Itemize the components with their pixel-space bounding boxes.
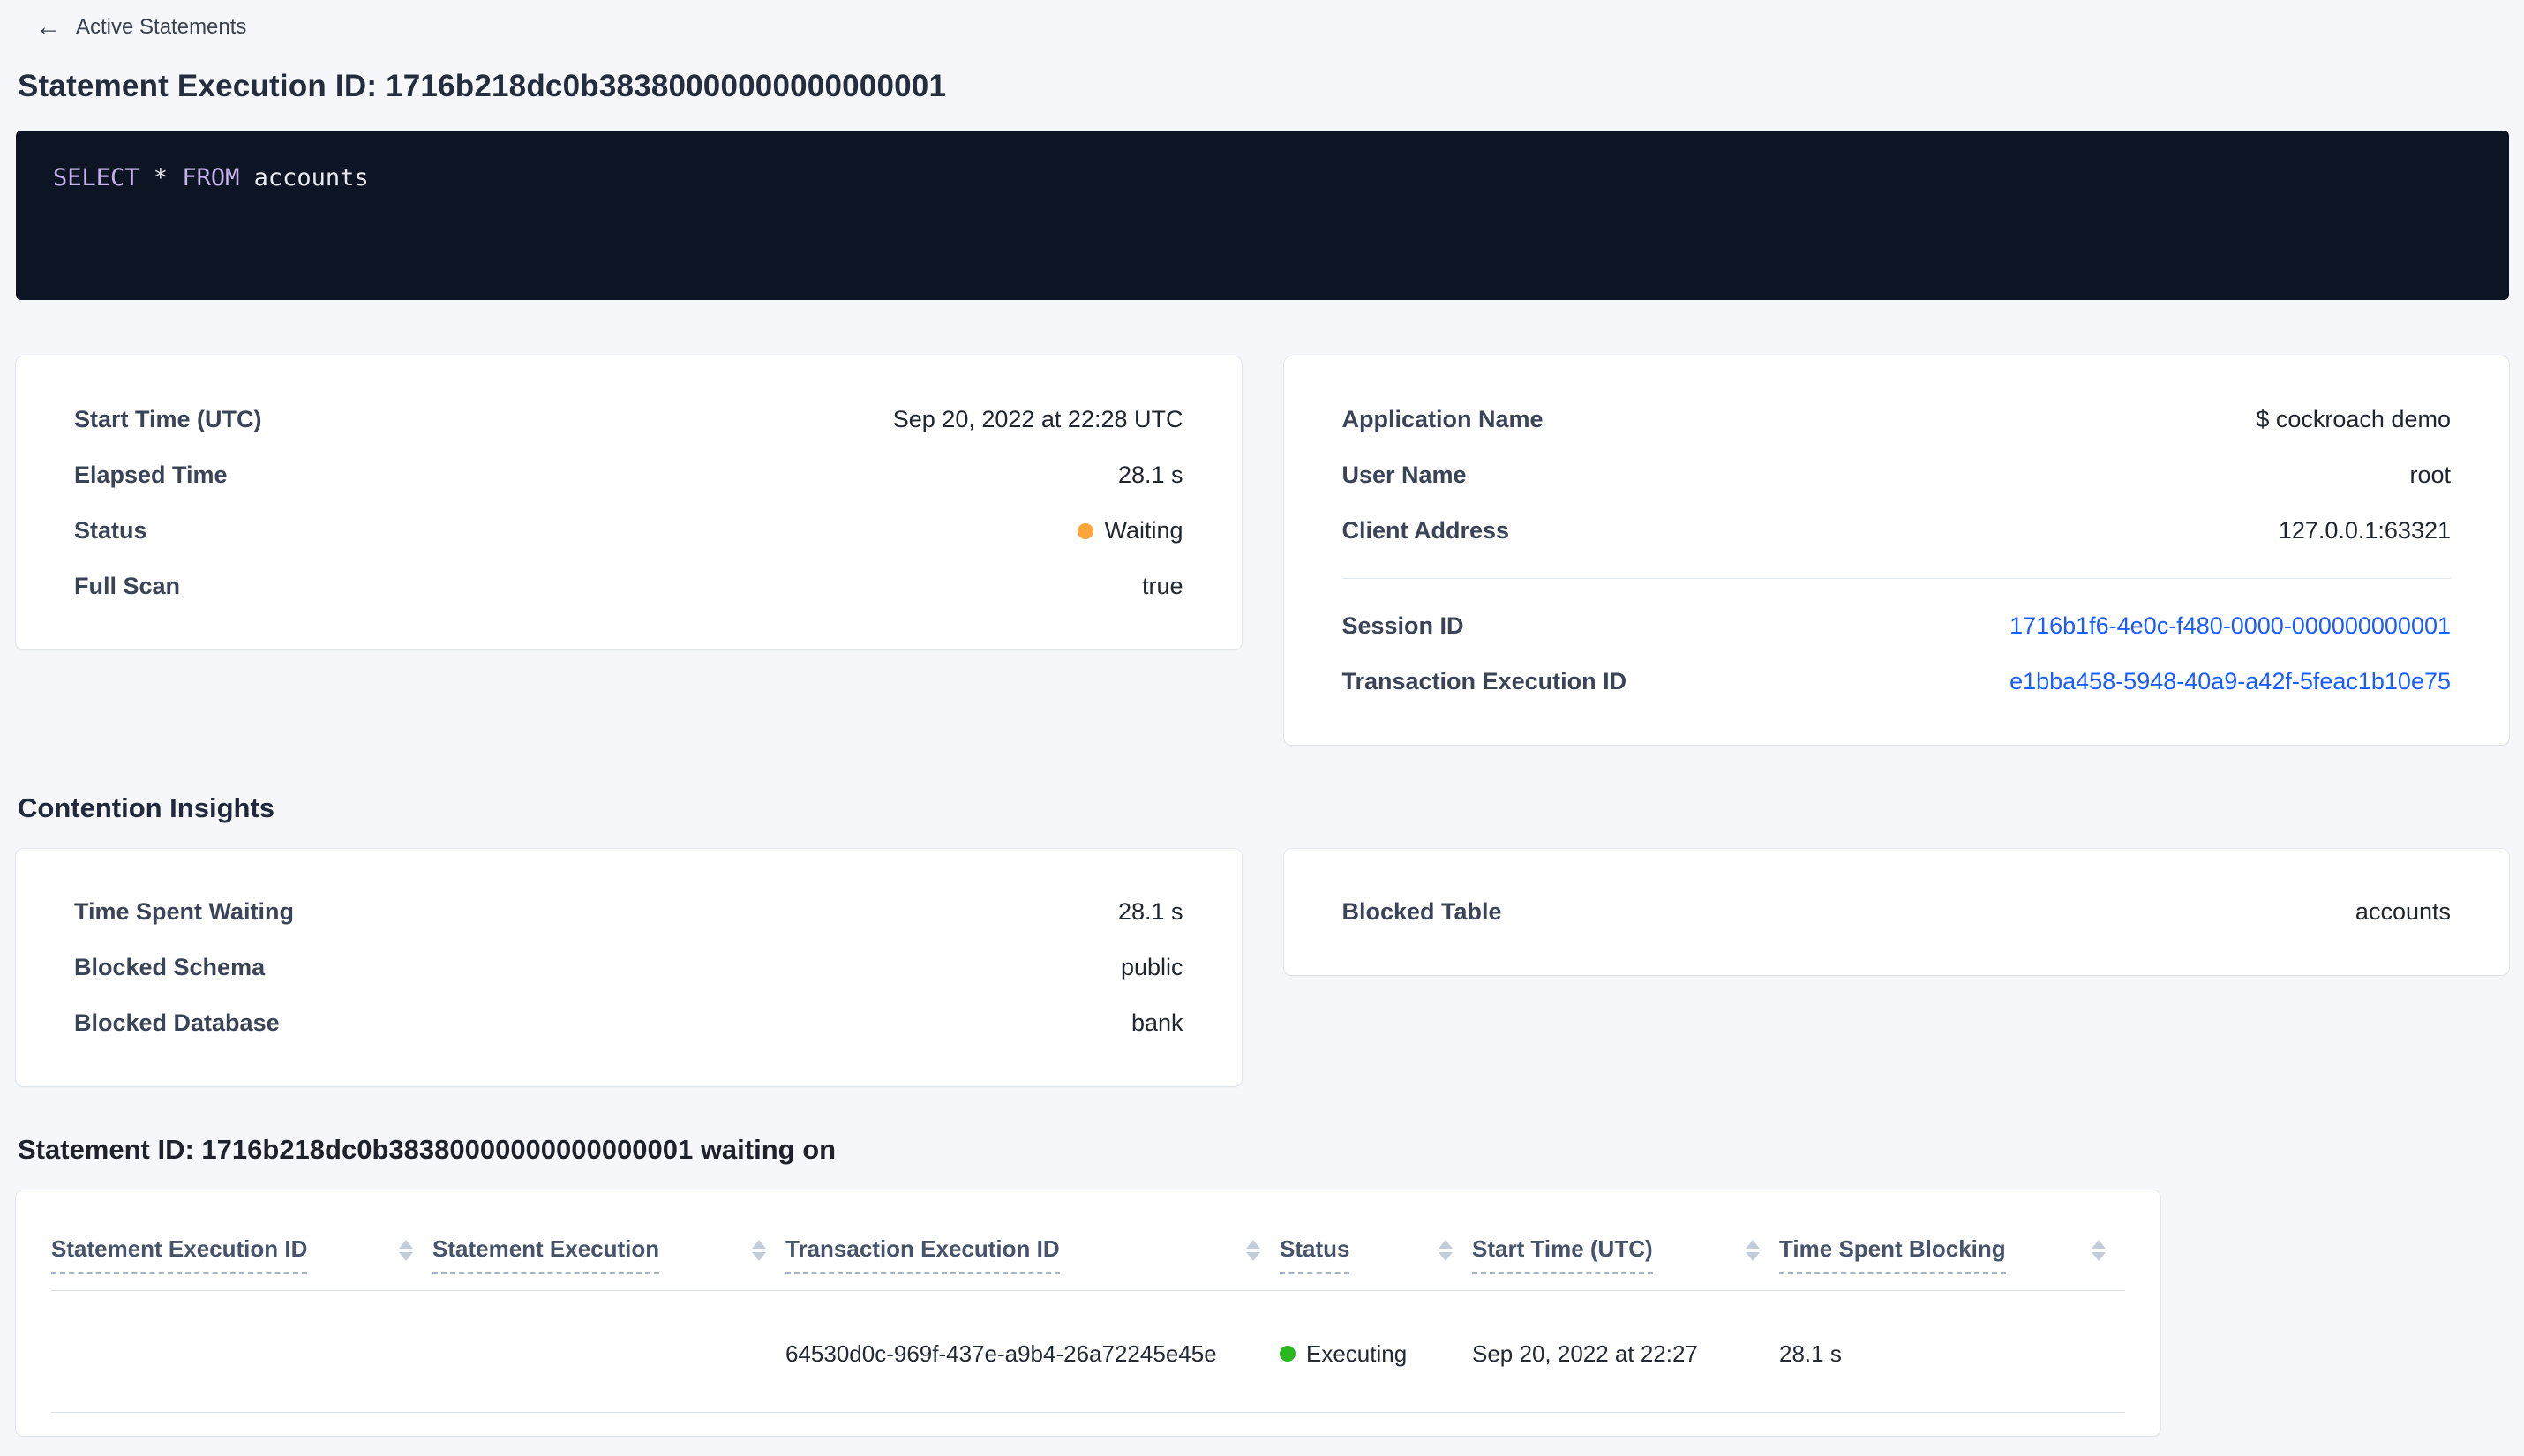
client-address-row: Client Address 127.0.0.1:63321 [1342,503,2452,559]
blocked-database-value: bank [1131,1009,1183,1036]
column-header-status[interactable]: Status [1280,1208,1472,1290]
cell-transaction-execution-id: 64530d0c-969f-437e-a9b4-26a72245e45e [785,1290,1280,1413]
sort-icon[interactable] [1246,1240,1260,1261]
blocked-table-row: Blocked Table accounts [1342,884,2452,940]
summary-cards-row: Start Time (UTC) Sep 20, 2022 at 22:28 U… [16,356,2509,745]
user-name-value: root [2409,462,2451,488]
status-value: Waiting [1104,517,1183,544]
table-row: 64530d0c-969f-437e-a9b4-26a72245e45e Exe… [51,1290,2125,1413]
sort-icon[interactable] [2092,1240,2106,1261]
column-header-statement-execution[interactable]: Statement Execution [432,1208,785,1290]
elapsed-time-row: Elapsed Time 28.1 s [74,447,1183,503]
blocked-table-card: Blocked Table accounts [1283,849,2509,975]
sql-keyword-select: SELECT [53,164,139,191]
blocked-table-label: Blocked Table [1341,898,1502,925]
transaction-execution-id-link[interactable]: e1bba458-5948-40a9-a42f-5feac1b10e75 [2009,668,2451,695]
column-header-transaction-execution-id-label: Transaction Execution ID [785,1235,1060,1274]
sql-table-name: accounts [239,164,369,191]
user-name-row: User Name root [1342,447,2452,503]
start-time-label: Start Time (UTC) [74,406,262,432]
blocked-schema-label: Blocked Schema [74,954,266,980]
column-header-status-label: Status [1280,1235,1350,1274]
waiting-on-heading: Statement ID: 1716b218dc0b38380000000000… [18,1134,837,1165]
blocked-table-value: accounts [2355,898,2451,925]
column-header-start-time[interactable]: Start Time (UTC) [1472,1208,1779,1290]
back-arrow-icon: ← [35,12,62,41]
column-header-statement-execution-id-label: Statement Execution ID [51,1235,308,1274]
time-spent-waiting-value: 28.1 s [1117,898,1183,925]
waiting-status-dot-icon [1078,522,1094,539]
back-link-label: Active Statements [76,15,247,39]
column-header-statement-execution-id[interactable]: Statement Execution ID [51,1208,432,1290]
application-name-value: $ cockroach demo [2256,406,2451,432]
status-label: Status [74,517,147,544]
status-badge: Waiting [1078,517,1183,544]
cell-status: Executing [1280,1290,1472,1413]
user-name-label: User Name [1341,462,1467,488]
sort-icon[interactable] [399,1240,413,1261]
session-id-row: Session ID 1716b1f6-4e0c-f480-0000-00000… [1342,598,2452,654]
blocked-schema-row: Blocked Schema public [74,940,1183,995]
cell-statement-execution-id [51,1290,432,1413]
waiting-on-table: Statement Execution ID Statement Executi… [51,1208,2125,1413]
sort-icon[interactable] [1746,1240,1760,1261]
overview-card: Start Time (UTC) Sep 20, 2022 at 22:28 U… [16,356,1242,649]
sort-icon[interactable] [1439,1240,1453,1261]
blocked-schema-value: public [1120,954,1183,980]
cell-time-spent-blocking: 28.1 s [1779,1290,2125,1413]
session-card-divider [1341,578,2451,579]
executing-status-value: Executing [1306,1340,1408,1367]
executing-status-dot-icon [1280,1346,1296,1362]
start-time-value: Sep 20, 2022 at 22:28 UTC [892,406,1183,432]
column-header-time-spent-blocking[interactable]: Time Spent Blocking [1779,1208,2125,1290]
waiting-on-table-card: Statement Execution ID Statement Executi… [16,1190,2160,1436]
blocked-database-label: Blocked Database [74,1009,280,1036]
column-header-start-time-label: Start Time (UTC) [1472,1235,1653,1274]
contention-insights-heading: Contention Insights [18,792,275,823]
table-header-row: Statement Execution ID Statement Executi… [51,1208,2125,1290]
time-spent-waiting-label: Time Spent Waiting [74,898,295,925]
session-card: Application Name $ cockroach demo User N… [1283,356,2509,745]
statement-execution-page: ← Active Statements Statement Execution … [0,0,2524,1436]
page-title: Statement Execution ID: 1716b218dc0b3838… [18,69,947,103]
start-time-row: Start Time (UTC) Sep 20, 2022 at 22:28 U… [74,392,1183,447]
elapsed-time-label: Elapsed Time [74,462,228,488]
column-header-transaction-execution-id[interactable]: Transaction Execution ID [785,1208,1280,1290]
elapsed-time-value: 28.1 s [1117,462,1183,488]
session-id-label: Session ID [1341,612,1464,639]
back-link[interactable]: ← Active Statements [35,14,2509,41]
time-spent-waiting-row: Time Spent Waiting 28.1 s [74,884,1183,940]
application-name-row: Application Name $ cockroach demo [1342,392,2452,447]
cell-statement-execution [432,1290,785,1413]
sort-icon[interactable] [752,1240,766,1261]
status-row: Status Waiting [74,503,1183,559]
full-scan-value: true [1141,573,1183,599]
full-scan-label: Full Scan [74,573,181,599]
contention-waiting-card: Time Spent Waiting 28.1 s Blocked Schema… [16,849,1242,1086]
client-address-value: 127.0.0.1:63321 [2278,517,2451,544]
client-address-label: Client Address [1341,517,1510,544]
sql-keyword-from: FROM [182,164,240,191]
contention-cards-row: Time Spent Waiting 28.1 s Blocked Schema… [16,849,2509,1086]
executing-status-badge: Executing [1280,1340,1407,1368]
sql-star: * [139,164,183,191]
application-name-label: Application Name [1341,406,1544,432]
full-scan-row: Full Scan true [74,559,1183,614]
session-id-link[interactable]: 1716b1f6-4e0c-f480-0000-000000000001 [2009,612,2451,640]
transaction-execution-id-label: Transaction Execution ID [1341,668,1627,694]
blocked-database-row: Blocked Database bank [74,995,1183,1051]
cell-start-time: Sep 20, 2022 at 22:27 [1472,1290,1779,1413]
sql-statement-box: SELECT * FROM accounts [16,131,2509,300]
column-header-time-spent-blocking-label: Time Spent Blocking [1779,1235,2006,1274]
transaction-execution-id-row: Transaction Execution ID e1bba458-5948-4… [1342,654,2452,709]
column-header-statement-execution-label: Statement Execution [432,1235,660,1274]
